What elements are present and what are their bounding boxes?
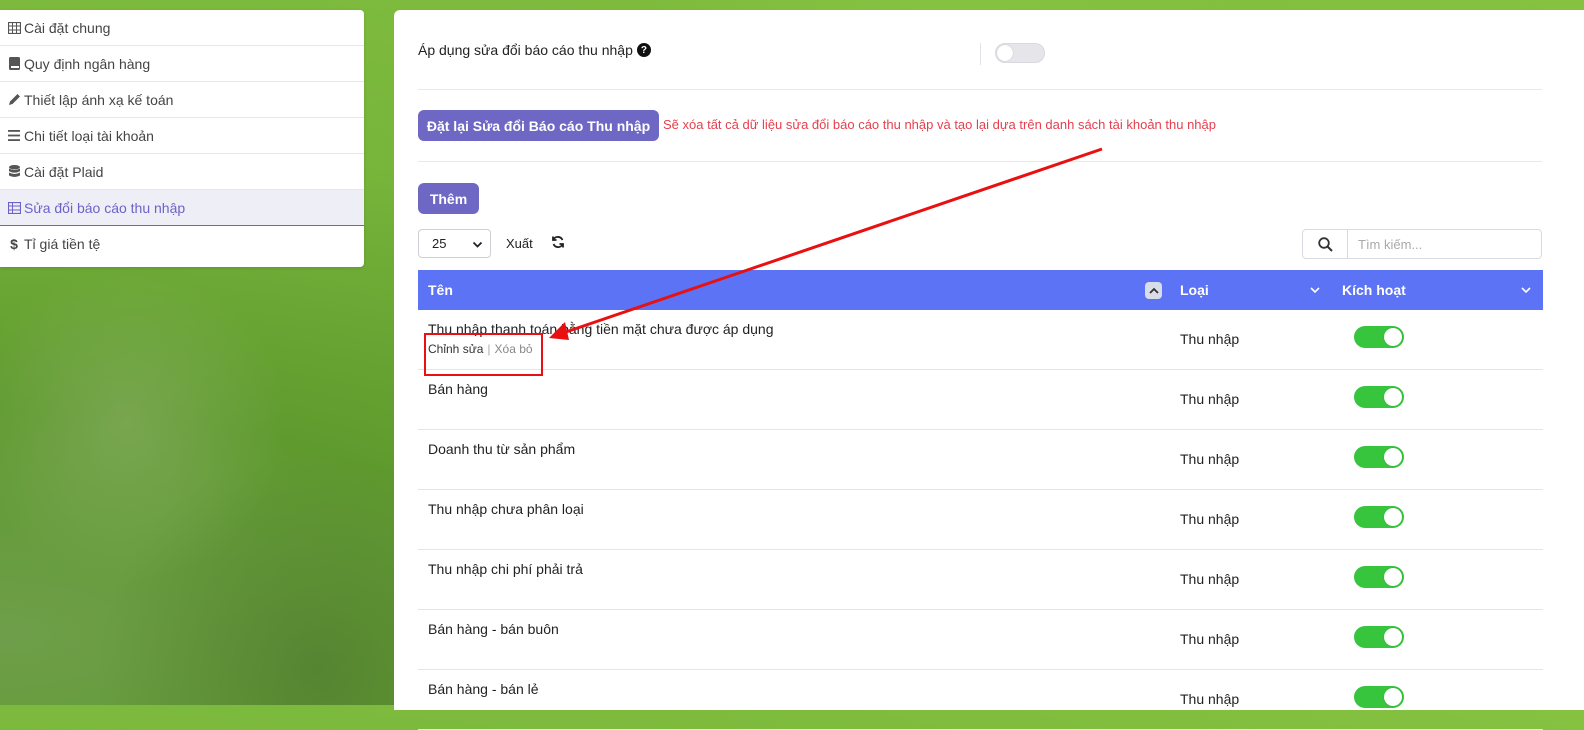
search-icon[interactable]	[1303, 230, 1348, 258]
table-row: Bán hàng - bán buôn Thu nhập	[418, 610, 1543, 670]
reset-warning-text: Sẽ xóa tất cả dữ liệu sửa đổi báo cáo th…	[663, 117, 1216, 132]
row-active-toggle[interactable]	[1354, 386, 1404, 408]
search-box	[1302, 229, 1542, 259]
sidebar-item-label: Tỉ giá tiền tệ	[24, 236, 101, 252]
row-actions: Chỉnh sửa | Xóa bỏ	[428, 342, 533, 356]
row-type: Thu nhập	[1180, 451, 1240, 467]
chevron-down-icon	[472, 238, 483, 253]
sidebar-item-label: Chi tiết loại tài khoản	[24, 127, 154, 144]
table-row: Doanh thu từ sản phẩm Thu nhập	[418, 430, 1543, 490]
table-row: Bán hàng Thu nhập	[418, 370, 1543, 430]
dollar-icon: $	[10, 236, 18, 252]
row-name: Thu nhập thanh toán bằng tiền mặt chưa đ…	[428, 321, 774, 337]
chevron-down-icon[interactable]	[1310, 270, 1320, 310]
table-icon	[7, 201, 21, 215]
sidebar-item-label: Cài đặt chung	[24, 19, 111, 36]
apply-setting-toggle[interactable]	[995, 43, 1045, 63]
reset-button[interactable]: Đặt lại Sửa đổi Báo cáo Thu nhập	[418, 110, 659, 141]
page-size-value: 25	[432, 236, 447, 251]
search-input[interactable]	[1348, 230, 1541, 258]
row-name: Thu nhập chi phí phải trả	[428, 561, 583, 577]
row-type: Thu nhập	[1180, 391, 1240, 407]
sidebar-item-label: Cài đặt Plaid	[24, 163, 104, 180]
row-type: Thu nhập	[1180, 571, 1240, 587]
table-row: Bán hàng - bán lẻ Thu nhập	[418, 670, 1543, 730]
settings-sidebar: Cài đặt chung Quy định ngân hàng Thiết l…	[0, 10, 364, 267]
sidebar-item-label: Thiết lập ánh xạ kế toán	[24, 91, 174, 108]
action-separator: |	[487, 342, 491, 356]
chevron-down-icon[interactable]	[1521, 270, 1531, 310]
row-active-toggle[interactable]	[1354, 326, 1404, 348]
income-statement-table: Tên Loại Kích hoạt Thu nhập thanh toán b…	[418, 270, 1543, 730]
row-active-toggle[interactable]	[1354, 626, 1404, 648]
refresh-icon[interactable]	[551, 235, 565, 254]
row-name: Doanh thu từ sản phẩm	[428, 441, 576, 457]
table-row: Thu nhập chi phí phải trả Thu nhập	[418, 550, 1543, 610]
table-row: Thu nhập thanh toán bằng tiền mặt chưa đ…	[418, 310, 1543, 370]
sidebar-item-account-type-details[interactable]: Chi tiết loại tài khoản	[0, 118, 364, 154]
row-name: Bán hàng - bán buôn	[428, 621, 559, 637]
question-circle-icon[interactable]: ?	[636, 43, 651, 57]
divider	[980, 43, 981, 65]
edit-link[interactable]: Chỉnh sửa	[428, 342, 483, 356]
row-name: Bán hàng	[428, 381, 488, 397]
apply-setting-row: Áp dụng sửa đổi báo cáo thu nhập ?	[418, 42, 651, 58]
sidebar-item-plaid-settings[interactable]: Cài đặt Plaid	[0, 154, 364, 190]
book-icon	[7, 57, 21, 71]
sidebar-item-exchange-rates[interactable]: $ Tỉ giá tiền tệ	[0, 226, 364, 262]
sort-up-icon[interactable]	[1145, 282, 1162, 299]
row-type: Thu nhập	[1180, 631, 1240, 647]
table-header: Tên Loại Kích hoạt	[418, 270, 1543, 310]
table-row: Thu nhập chưa phân loại Thu nhập	[418, 490, 1543, 550]
add-button[interactable]: Thêm	[418, 183, 479, 214]
row-active-toggle[interactable]	[1354, 566, 1404, 588]
table-icon	[7, 21, 21, 35]
delete-link[interactable]: Xóa bỏ	[495, 342, 533, 356]
list-icon	[7, 129, 21, 143]
sidebar-item-bank-rules[interactable]: Quy định ngân hàng	[0, 46, 364, 82]
row-active-toggle[interactable]	[1354, 446, 1404, 468]
row-name: Bán hàng - bán lẻ	[428, 681, 539, 697]
row-type: Thu nhập	[1180, 331, 1240, 347]
column-header-type[interactable]: Loại	[1180, 270, 1209, 310]
row-type: Thu nhập	[1180, 511, 1240, 527]
sidebar-item-label: Sửa đổi báo cáo thu nhập	[24, 199, 186, 216]
pencil-icon	[7, 93, 21, 107]
row-active-toggle[interactable]	[1354, 506, 1404, 528]
divider	[418, 89, 1542, 90]
column-header-active[interactable]: Kích hoạt	[1342, 270, 1406, 310]
sidebar-item-label: Quy định ngân hàng	[24, 55, 151, 72]
divider	[418, 161, 1542, 162]
row-name: Thu nhập chưa phân loại	[428, 501, 584, 517]
main-panel: Áp dụng sửa đổi báo cáo thu nhập ? Đặt l…	[394, 10, 1584, 730]
database-icon	[7, 165, 21, 179]
sidebar-item-accounting-mapping[interactable]: Thiết lập ánh xạ kế toán	[0, 82, 364, 118]
sidebar-item-income-statement-modifications[interactable]: Sửa đổi báo cáo thu nhập	[0, 190, 364, 226]
page-size-select[interactable]: 25	[418, 229, 491, 258]
sidebar-item-general-settings[interactable]: Cài đặt chung	[0, 10, 364, 46]
column-header-name[interactable]: Tên	[428, 270, 453, 310]
apply-setting-label: Áp dụng sửa đổi báo cáo thu nhập	[418, 42, 633, 58]
